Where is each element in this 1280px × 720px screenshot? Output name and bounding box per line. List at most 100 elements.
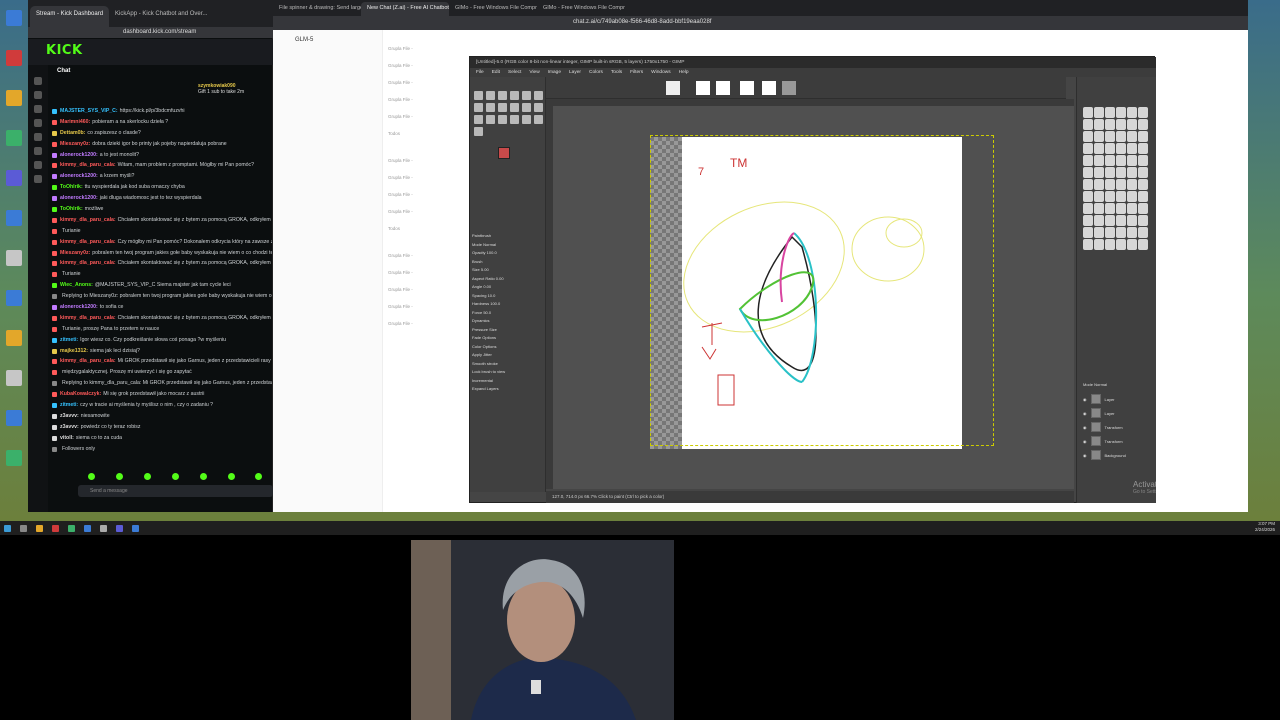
brush-preset-icon[interactable]: [1094, 239, 1104, 250]
chat-username[interactable]: ToOhlrik:: [60, 184, 83, 190]
app-icon[interactable]: [6, 50, 22, 66]
chat-message[interactable]: Mieszany0z: pobralem ten twoj program jak…: [52, 248, 272, 259]
emote-icon[interactable]: [199, 472, 207, 480]
brush-preset-icon[interactable]: [1105, 203, 1115, 214]
chat-message[interactable]: kimmy_dla_paru_cala: Czy mógłby mi Pan po…: [52, 237, 272, 248]
brush-preset-icon[interactable]: [1083, 239, 1093, 250]
brush-preset-icon[interactable]: [1127, 155, 1137, 166]
chat-username[interactable]: alonerock1200:: [60, 195, 98, 201]
menu-item-colors[interactable]: Colors: [589, 70, 603, 75]
tool-icon[interactable]: [510, 91, 519, 100]
chat-message[interactable]: majke1312: siema jak leci dzisiaj?: [52, 346, 272, 357]
brush-preset-icon[interactable]: [1094, 155, 1104, 166]
app-icon[interactable]: [6, 170, 22, 186]
brush-preset-icon[interactable]: [1094, 131, 1104, 142]
brush-preset-icon[interactable]: [1138, 155, 1148, 166]
tool-option[interactable]: Lock brush to view: [472, 368, 542, 377]
emote-icon[interactable]: [171, 472, 179, 480]
brush-preset-icon[interactable]: [1105, 239, 1115, 250]
brush-preset-icon[interactable]: [1127, 227, 1137, 238]
chat-username[interactable]: Mieszany0z:: [60, 250, 90, 256]
app-icon[interactable]: [84, 524, 91, 532]
app-icon[interactable]: [132, 524, 139, 532]
tool-icon[interactable]: [498, 103, 507, 112]
home-icon[interactable]: [34, 77, 42, 85]
visibility-eye-icon[interactable]: ◉: [1083, 411, 1087, 416]
brush-preset-icon[interactable]: [1116, 203, 1126, 214]
brush-preset-icon[interactable]: [1127, 107, 1137, 118]
brush-preset-icon[interactable]: [1138, 131, 1148, 142]
kick-logo[interactable]: KICK: [46, 43, 83, 58]
chat-message[interactable]: kimmy_dla_paru_cala: Chciałem skontaktowa…: [52, 215, 272, 226]
brush-preset-icon[interactable]: [1116, 215, 1126, 226]
chat-username[interactable]: KubaKowalczyk:: [60, 391, 101, 397]
menu-item-file[interactable]: File: [476, 70, 484, 75]
browser-tab[interactable]: Stream - Kick Dashboard: [30, 6, 110, 27]
brush-preset-icon[interactable]: [1116, 167, 1126, 178]
brush-preset-icon[interactable]: [1094, 119, 1104, 130]
brush-preset-icon[interactable]: [1116, 119, 1126, 130]
brush-preset-icon[interactable]: [1105, 155, 1115, 166]
tool-icon[interactable]: [486, 91, 495, 100]
brush-preset-icon[interactable]: [1083, 191, 1093, 202]
chat-username[interactable]: kimmy_dla_paru_cala:: [60, 162, 116, 168]
brush-preset-icon[interactable]: [1138, 179, 1148, 190]
tool-icon[interactable]: [510, 103, 519, 112]
tool-option[interactable]: Force 50.0: [472, 309, 542, 318]
brush-preset-icon[interactable]: [1105, 191, 1115, 202]
chat-username[interactable]: kimmy_dla_paru_cala:: [60, 239, 116, 245]
emote-icon[interactable]: [88, 472, 96, 480]
tool-option[interactable]: Expand Layers: [472, 385, 542, 394]
gimp-icon[interactable]: [100, 524, 107, 532]
tool-icon[interactable]: [498, 115, 507, 124]
brush-preset-icon[interactable]: [1116, 143, 1126, 154]
tool-icon[interactable]: [486, 115, 495, 124]
tool-icon[interactable]: [486, 103, 495, 112]
tool-icon[interactable]: [534, 103, 543, 112]
brush-preset-icon[interactable]: [1094, 227, 1104, 238]
chat-message[interactable]: Turianie: [52, 226, 272, 237]
brush-preset-icon[interactable]: [1105, 131, 1115, 142]
tool-icon[interactable]: [474, 103, 483, 112]
brush-preset-icon[interactable]: [1138, 191, 1148, 202]
chat-message[interactable]: ToOhlrik: ttu wyspierdala jak kod suba or…: [52, 182, 272, 193]
layer-row[interactable]: ◉ Layer: [1083, 392, 1151, 406]
tool-option[interactable]: Aspect Ratio 0.00: [472, 275, 542, 284]
gift-icon[interactable]: [34, 175, 42, 183]
brush-preset-icon[interactable]: [1094, 143, 1104, 154]
visibility-eye-icon[interactable]: ◉: [1083, 397, 1087, 402]
file-explorer-icon[interactable]: [36, 524, 43, 532]
tool-option[interactable]: Dynamics: [472, 317, 542, 326]
brush-preset-icon[interactable]: [1127, 143, 1137, 154]
brush-preset-icon[interactable]: [1105, 119, 1115, 130]
layer-row[interactable]: ◉ Transform: [1083, 420, 1151, 434]
folder-icon[interactable]: [6, 330, 22, 346]
brush-preset-icon[interactable]: [1127, 167, 1137, 178]
tool-option[interactable]: Fade Options: [472, 334, 542, 343]
taskbar-clock[interactable]: 3:07 PM 2/24/2026: [1255, 521, 1275, 533]
emote-icon[interactable]: [255, 472, 263, 480]
brush-preset-icon[interactable]: [1094, 167, 1104, 178]
chat-message[interactable]: Wiec_Anons: @MAJSTER_SYS_VIP_C Siema majs…: [52, 280, 272, 291]
brush-preset-icon[interactable]: [1138, 119, 1148, 130]
brush-preset-icon[interactable]: [1083, 179, 1093, 190]
chat-message[interactable]: alonerock1200: a to jest monolit?: [52, 150, 272, 161]
brush-preset-icon[interactable]: [1127, 215, 1137, 226]
menu-item-tools[interactable]: Tools: [611, 70, 622, 75]
menu-item-view[interactable]: View: [529, 70, 539, 75]
chat-message[interactable]: Replying to kimmy_dla_paru_cala: Mi GROK…: [52, 378, 272, 389]
visibility-eye-icon[interactable]: ◉: [1083, 439, 1087, 444]
tool-option[interactable]: Hardness 100.0: [472, 300, 542, 309]
tool-option[interactable]: Incremental: [472, 377, 542, 386]
model-selector[interactable]: GLM-5: [295, 37, 313, 43]
brush-preset-icon[interactable]: [1105, 215, 1115, 226]
chat-username[interactable]: z3avvv:: [60, 413, 79, 419]
brush-preset-icon[interactable]: [1138, 215, 1148, 226]
chat-username[interactable]: vitoll:: [60, 435, 74, 441]
chat-message[interactable]: kimmy_dla_paru_cala: Chciałem skontaktowa…: [52, 313, 272, 324]
emote-icon[interactable]: [116, 472, 124, 480]
chat-message[interactable]: MAJSTER_SYS_VIP_C: https://kick.pl/p/3bdc…: [52, 106, 272, 117]
tool-icon[interactable]: [474, 91, 483, 100]
browser-tab[interactable]: File spinner & drawing: Send large pic..…: [273, 2, 361, 16]
brush-preset-icon[interactable]: [1094, 179, 1104, 190]
